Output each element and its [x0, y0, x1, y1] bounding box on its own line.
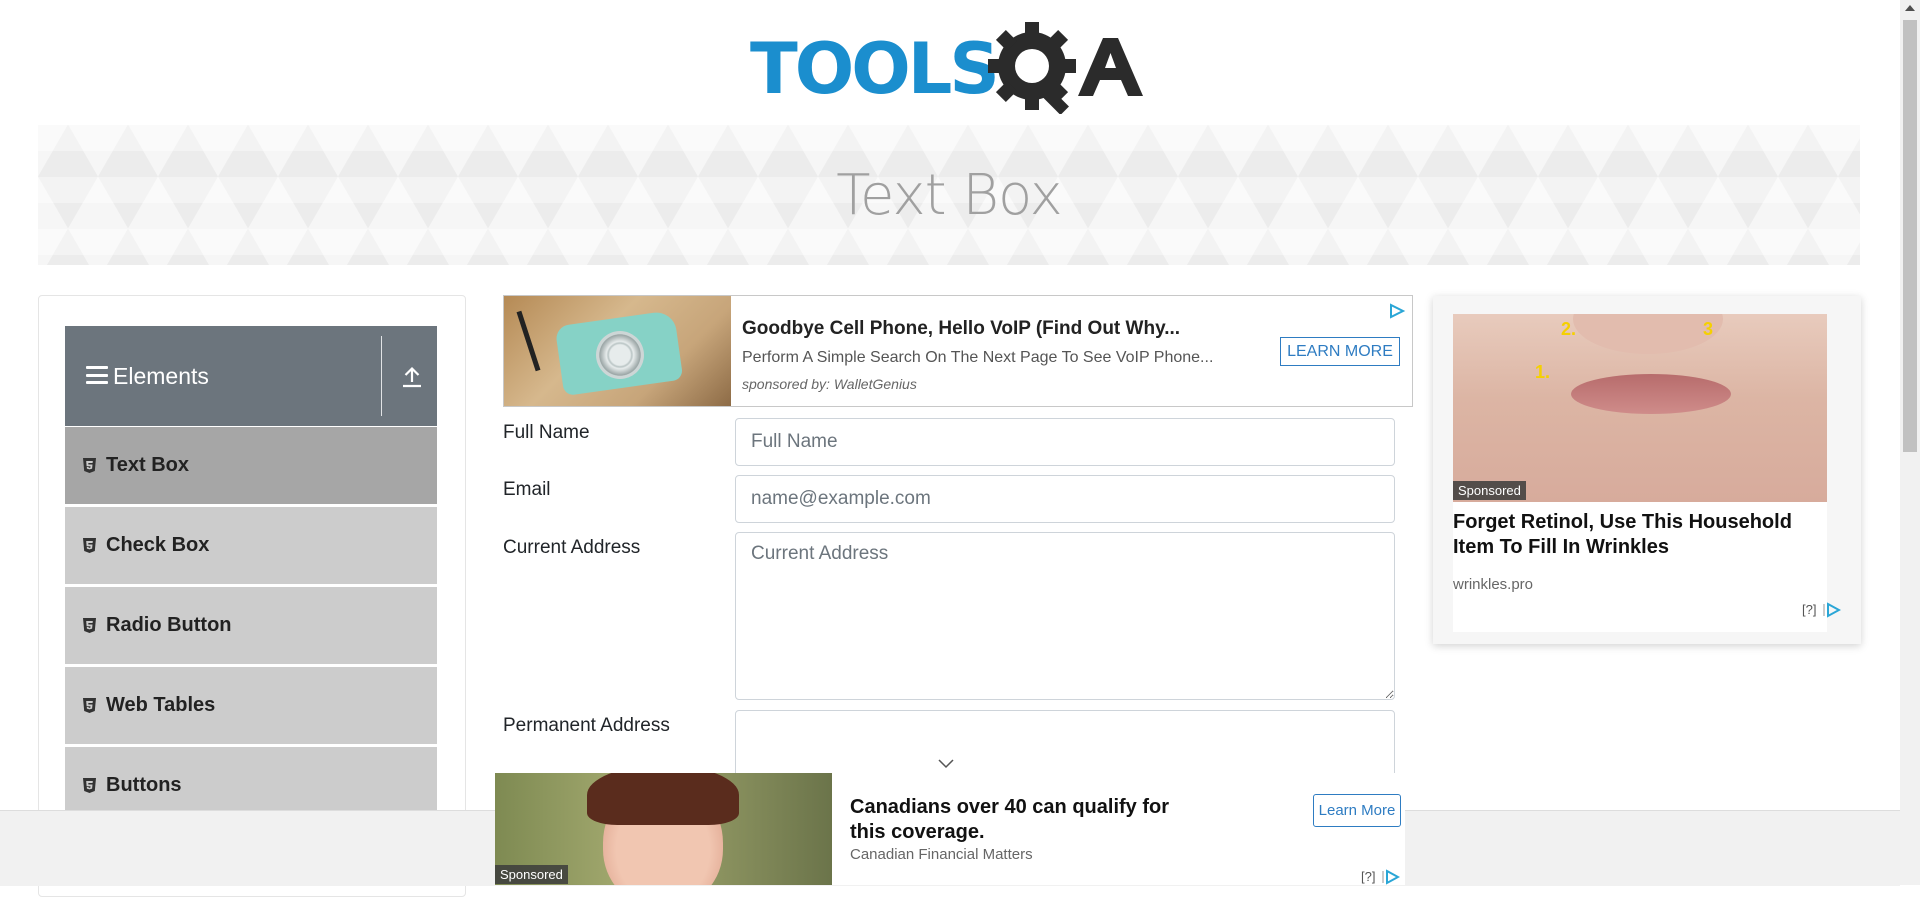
sponsored-badge: Sponsored [1453, 481, 1526, 500]
ad-sponsor: sponsored by: WalletGenius [742, 376, 917, 392]
full-name-label: Full Name [503, 422, 590, 443]
sidebar-item-label: Text Box [106, 454, 189, 476]
top-banner-ad[interactable]: Goodbye Cell Phone, Hello VoIP (Find Out… [503, 295, 1413, 407]
scroll-up-arrow-icon[interactable] [1905, 5, 1915, 11]
bottom-sticky-ad[interactable]: Sponsored Canadians over 40 can qualify … [495, 773, 1405, 885]
scrollbar-thumb[interactable] [1903, 20, 1917, 452]
sidebar-item-check-box[interactable]: Check Box [65, 506, 437, 584]
html5-icon [83, 778, 96, 793]
sidebar-item-label: Radio Button [106, 614, 232, 636]
chevron-down-icon[interactable] [937, 757, 955, 769]
logo-letter-a [1078, 38, 1143, 96]
html5-icon [83, 538, 96, 553]
ad-image-woman-portrait: Sponsored [495, 773, 832, 885]
ad-image-rotary-phone [504, 296, 731, 406]
gear-q-icon [988, 22, 1076, 115]
adchoices-icon[interactable] [1388, 303, 1406, 319]
marker-1: 1. [1535, 362, 1551, 382]
sidebar-item-web-tables[interactable]: Web Tables [65, 666, 437, 744]
ad-headline[interactable]: Canadians over 40 can qualify for this c… [850, 795, 1210, 845]
elements-group-header[interactable]: Elements [65, 326, 437, 426]
hamburger-icon [86, 366, 108, 384]
learn-more-button[interactable]: LEARN MORE [1280, 337, 1400, 366]
collapse-arrow-icon[interactable] [399, 362, 425, 392]
logo-text-tools: TOOLS [750, 28, 997, 110]
sponsored-badge: Sponsored [495, 865, 568, 884]
ad-headline[interactable]: Forget Retinol, Use This Household Item … [1453, 510, 1827, 560]
learn-more-button[interactable]: Learn More [1313, 794, 1401, 827]
html5-icon [83, 618, 96, 633]
ad-help-link[interactable]: [?] [1802, 602, 1816, 617]
marker-2: 2. [1561, 319, 1577, 339]
group-title: Elements [113, 363, 209, 389]
ad-domain: Canadian Financial Matters [850, 846, 1033, 863]
sidebar-item-label: Buttons [106, 774, 182, 796]
ad-image-face-wrinkles: 1. 2. 3 Sponsored [1453, 314, 1827, 502]
adchoices-icon[interactable] [1382, 869, 1401, 885]
email-label: Email [503, 479, 551, 500]
email-input[interactable] [735, 475, 1395, 523]
ad-help-link[interactable]: [?] [1361, 869, 1375, 884]
toolsqa-logo[interactable]: TOOLS [750, 18, 1150, 115]
ad-description: Perform A Simple Search On The Next Page… [742, 349, 1214, 366]
page-scrollbar[interactable] [1900, 0, 1920, 885]
left-panel: Elements Text Box Check Box Radio Button… [38, 295, 466, 897]
adchoices-icon[interactable] [1823, 602, 1842, 618]
header-divider [381, 336, 382, 416]
page-banner: Text Box [38, 125, 1860, 265]
sidebar-item-label: Check Box [106, 534, 210, 556]
right-sidebar-ad[interactable]: 1. 2. 3 Sponsored Forget Retinol, Use Th… [1433, 296, 1861, 644]
ad-domain: wrinkles.pro [1453, 576, 1534, 593]
sidebar-item-label: Web Tables [106, 694, 216, 716]
page-title: Text Box [836, 162, 1062, 228]
html5-icon [83, 698, 96, 713]
current-address-label: Current Address [503, 537, 641, 558]
permanent-address-label: Permanent Address [503, 715, 670, 736]
ad-headline[interactable]: Goodbye Cell Phone, Hello VoIP (Find Out… [742, 318, 1180, 340]
full-name-input[interactable] [735, 418, 1395, 466]
sidebar-item-text-box[interactable]: Text Box [65, 426, 437, 504]
html5-icon [83, 458, 96, 473]
marker-3: 3 [1703, 319, 1714, 339]
current-address-textarea[interactable] [735, 532, 1395, 700]
sidebar-item-radio-button[interactable]: Radio Button [65, 586, 437, 664]
